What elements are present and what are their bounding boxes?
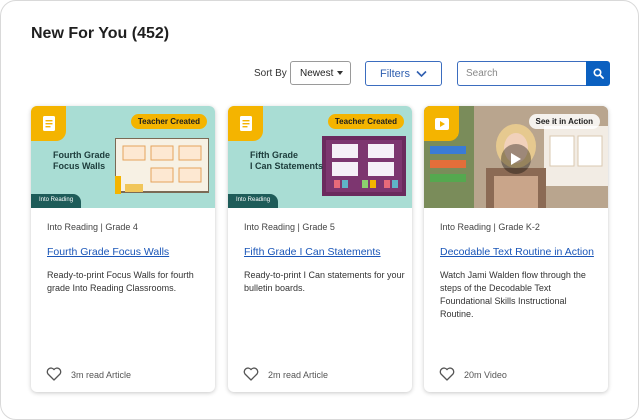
thumbnail-heading: Fourth Grade Focus Walls	[53, 150, 111, 171]
card-footer-info: 20m Video	[464, 370, 507, 380]
card-description: Watch Jami Walden flow through the steps…	[440, 270, 586, 319]
thumbnail-footer: Into Reading	[31, 194, 82, 208]
video-thumbnail[interactable]: See it in Action	[424, 106, 608, 208]
teacher-created-tag: Teacher Created	[327, 114, 404, 129]
chevron-down-icon	[416, 70, 427, 77]
document-icon	[228, 106, 263, 141]
card-meta: Into Reading | Grade K-2	[440, 222, 540, 232]
card-description: Ready-to-print Focus Walls for fourth gr…	[47, 270, 194, 293]
card-thumbnail[interactable]: Teacher Created Fifth Grade I Can Statem…	[228, 106, 412, 208]
chevron-down-icon	[337, 71, 343, 75]
search-input[interactable]	[457, 61, 587, 86]
video-play-button[interactable]	[501, 144, 531, 174]
sort-selected-value: Newest	[300, 67, 334, 79]
heart-icon[interactable]	[243, 367, 259, 381]
filters-button[interactable]: Filters	[365, 61, 442, 86]
thumbnail-heading: Fifth Grade I Can Statements	[250, 150, 324, 171]
play-icon	[424, 106, 459, 141]
teacher-created-tag: Teacher Created	[130, 114, 207, 129]
heart-icon[interactable]	[439, 367, 455, 381]
card-meta: Into Reading | Grade 5	[244, 222, 335, 232]
heart-icon[interactable]	[46, 367, 62, 381]
card-title-link[interactable]: Fourth Grade Focus Walls	[47, 246, 169, 258]
card-footer-info: 3m read Article	[71, 370, 132, 380]
sort-label: Sort By	[254, 68, 287, 79]
thumbnail-footer: Into Reading	[228, 194, 279, 208]
focus-wall-illustration	[115, 138, 209, 194]
resource-card[interactable]: See it in Action Into Reading | Grade K-…	[424, 106, 608, 392]
card-description: Ready-to-print I Can statements for your…	[244, 270, 405, 293]
filters-label: Filters	[380, 67, 410, 80]
document-icon	[31, 106, 66, 141]
card-title-link[interactable]: Decodable Text Routine in Action	[440, 246, 594, 258]
search-button[interactable]	[586, 61, 610, 86]
card-footer-info: 2m read Article	[268, 370, 329, 380]
sort-select[interactable]: Newest	[290, 61, 351, 85]
search-icon	[592, 68, 604, 79]
play-icon	[511, 153, 521, 165]
section-title: New For You (452)	[31, 25, 170, 42]
see-it-in-action-tag: See it in Action	[528, 114, 600, 129]
resource-card[interactable]: Teacher Created Fifth Grade I Can Statem…	[228, 106, 412, 392]
resource-card[interactable]: Teacher Created Fourth Grade Focus Walls…	[31, 106, 215, 392]
card-thumbnail[interactable]: Teacher Created Fourth Grade Focus Walls…	[31, 106, 215, 208]
card-title-link[interactable]: Fifth Grade I Can Statements	[244, 246, 381, 258]
bulletin-board-illustration	[322, 136, 406, 196]
card-meta: Into Reading | Grade 4	[47, 222, 138, 232]
content-panel: New For You (452) Sort By Newest Filters…	[0, 0, 639, 420]
